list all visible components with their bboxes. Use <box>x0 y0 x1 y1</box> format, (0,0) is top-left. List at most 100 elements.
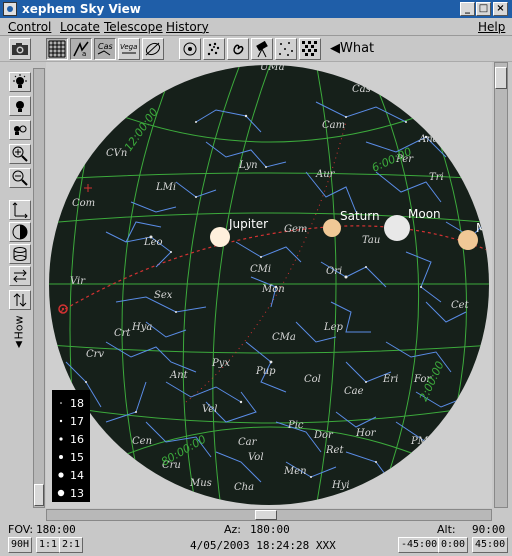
planet-label: Moon <box>408 207 441 221</box>
az-value: 180:00 <box>250 523 290 536</box>
alt-minus45-button[interactable]: -45:00 <box>398 537 441 553</box>
constellation-label: Vol <box>248 452 264 463</box>
zoom-out-button[interactable] <box>9 168 31 188</box>
pattern-button[interactable] <box>299 38 321 60</box>
what-button[interactable]: ◀What <box>330 41 374 56</box>
radec-icon: Cas <box>97 42 113 56</box>
altaz-button[interactable]: a <box>70 38 92 60</box>
telescope-button[interactable] <box>251 38 273 60</box>
vegas-icon: Vega <box>120 43 137 54</box>
azimuth-scrollbar[interactable] <box>46 509 492 521</box>
planet-mars[interactable] <box>458 230 478 250</box>
menu-help[interactable]: Help <box>478 20 505 34</box>
brighter-button[interactable] <box>9 72 31 92</box>
constellation-label: Com <box>72 198 95 209</box>
menu-telescope[interactable]: Telescope <box>104 20 163 34</box>
horizon-icon <box>145 42 161 56</box>
title-bar: xephem Sky View _ □ × <box>0 0 512 18</box>
menu-locate[interactable]: Locate <box>60 20 100 34</box>
axes-button[interactable] <box>9 200 31 220</box>
fov-slider[interactable] <box>33 68 45 508</box>
constellation-label: Ori <box>326 266 342 277</box>
stars-button[interactable] <box>275 38 297 60</box>
constellation-label: Car <box>238 437 258 448</box>
constellation-label: Mon <box>261 284 285 295</box>
bulb-icon <box>16 101 24 112</box>
alt-plus45-button[interactable]: 45:00 <box>472 537 509 553</box>
target-icon <box>183 42 197 56</box>
sky-map[interactable]: UMa Cam Cas CVn Lyn Aur Per And Tri LMi … <box>46 62 492 508</box>
constellation-label: Cen <box>132 436 152 447</box>
maximize-button[interactable]: □ <box>476 2 491 16</box>
menu-control[interactable]: Control <box>8 20 51 34</box>
axes-icon <box>12 202 28 218</box>
grid-icon <box>48 40 66 58</box>
constellation-label: Mus <box>189 478 212 489</box>
app-icon[interactable] <box>3 2 17 16</box>
constellation-label: Vel <box>202 404 217 415</box>
flip-vertical-button[interactable] <box>9 290 31 310</box>
stars-icon <box>279 42 293 56</box>
magnitude-value: 18 <box>70 397 84 410</box>
constellation-label: Dor <box>313 430 334 441</box>
flip-horizontal-button[interactable] <box>9 266 31 286</box>
cluster-icon <box>207 42 220 56</box>
constellation-label: Cam <box>322 120 345 131</box>
labels-button[interactable] <box>9 120 31 140</box>
constellation-label: Crt <box>114 328 131 339</box>
triangle-left-icon: ◀ <box>330 41 340 56</box>
fov-90h-button[interactable]: 90H <box>8 537 33 553</box>
cylinder-button[interactable] <box>9 244 31 264</box>
aspect-2-1-button[interactable]: 2:1 <box>59 537 84 553</box>
constellation-label: Lyn <box>238 160 258 171</box>
sphere-icon <box>12 224 28 240</box>
planet-label: Saturn <box>340 209 380 223</box>
minimize-button[interactable]: _ <box>460 2 475 16</box>
constellation-label: Cha <box>234 482 254 493</box>
constellation-label: CMi <box>250 264 271 275</box>
radec-button[interactable]: Cas <box>94 38 116 60</box>
fov-slider-thumb[interactable] <box>34 484 44 506</box>
camera-button[interactable] <box>9 38 31 60</box>
constellation-label: Hor <box>355 428 377 439</box>
planet-jupiter[interactable] <box>210 227 230 247</box>
cluster-button[interactable] <box>203 38 225 60</box>
constellation-label: Ant <box>169 370 189 381</box>
names-button[interactable]: Vega <box>118 38 140 60</box>
triangle-down-icon: ▼ <box>15 339 23 350</box>
altitude-scrollbar-thumb[interactable] <box>495 67 507 89</box>
sphere-button[interactable] <box>9 222 31 242</box>
zoom-in-button[interactable] <box>9 144 31 164</box>
constellation-label: Cet <box>451 300 470 311</box>
constellation-label: Crv <box>86 349 104 360</box>
azimuth-scrollbar-thumb[interactable] <box>255 510 277 520</box>
altaz-toggle-icon: a <box>73 41 89 58</box>
svg-text:Vega: Vega <box>120 43 137 51</box>
moon[interactable] <box>384 215 410 241</box>
close-button[interactable]: × <box>493 2 508 16</box>
how-button[interactable]: How ▼ <box>7 315 31 350</box>
galaxy-button[interactable] <box>227 38 249 60</box>
svg-text:a: a <box>82 50 86 58</box>
menu-bar: Control Locate Telescope History Help <box>0 18 512 36</box>
swap-vertical-icon <box>13 293 27 307</box>
constellation-label: Men <box>283 466 307 477</box>
aspect-1-1-button[interactable]: 1:1 <box>36 537 61 553</box>
horizon-button[interactable] <box>142 38 164 60</box>
altitude-scrollbar[interactable] <box>494 62 508 508</box>
svg-text:Cas: Cas <box>98 42 113 51</box>
planet-saturn[interactable] <box>323 219 341 237</box>
constellation-label: Leo <box>143 237 163 248</box>
constellation-label: LMi <box>155 182 176 193</box>
how-label: How <box>12 315 26 339</box>
pattern-icon <box>302 41 317 56</box>
constellation-label: Tau <box>362 235 380 246</box>
menu-history[interactable]: History <box>166 20 209 34</box>
target-button[interactable] <box>179 38 201 60</box>
dimmer-button[interactable] <box>9 96 31 116</box>
bulb-pair-icon <box>14 125 27 135</box>
constellation-label: Vir <box>70 276 86 287</box>
swap-horizontal-icon <box>13 269 27 283</box>
grid-button[interactable] <box>46 38 68 60</box>
alt-zero-button[interactable]: 0:00 <box>438 537 469 553</box>
